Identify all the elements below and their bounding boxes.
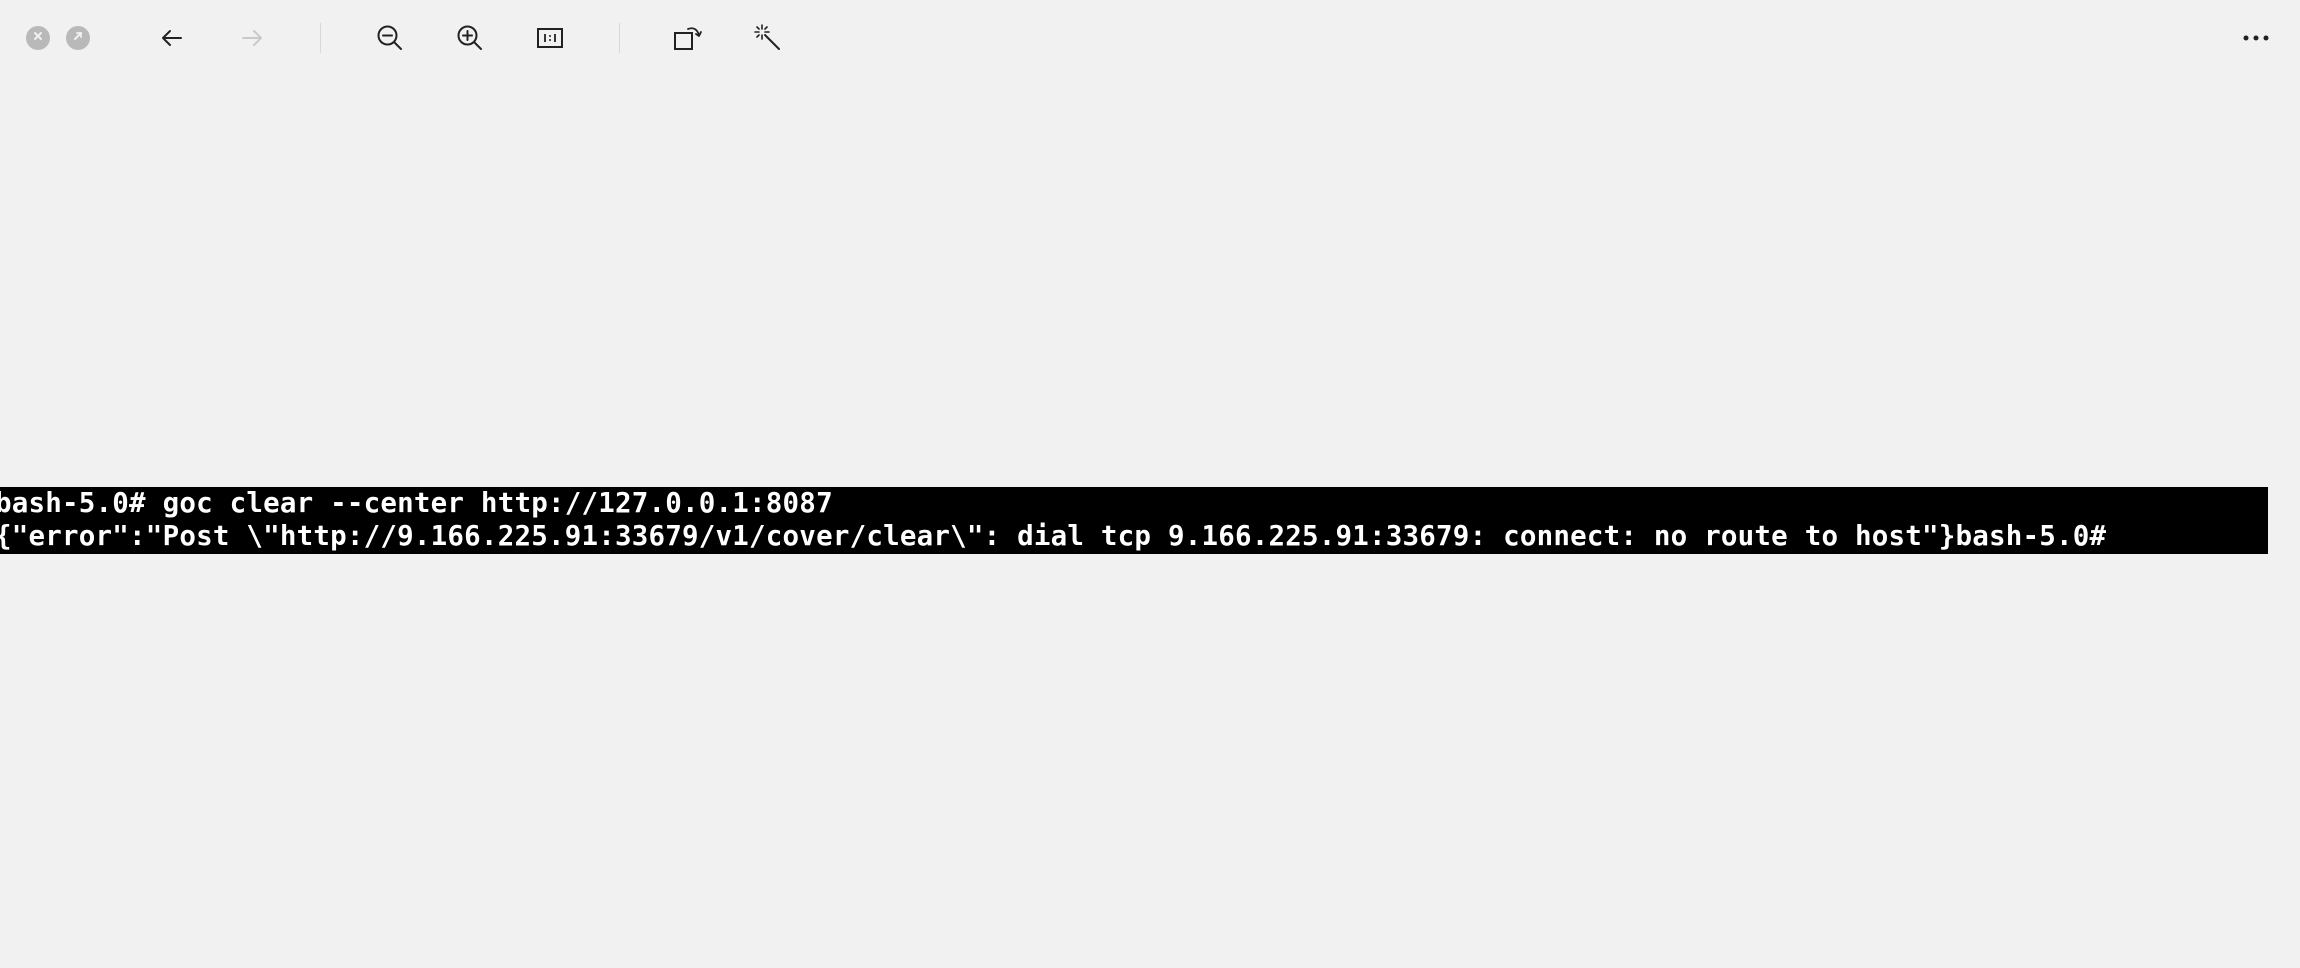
magic-wand-icon	[753, 23, 783, 53]
terminal-line: {"error":"Post \"http://9.166.225.91:336…	[0, 520, 2107, 552]
actual-size-icon	[536, 26, 564, 50]
arrow-left-icon	[159, 25, 185, 51]
zoom-in-icon	[455, 23, 485, 53]
more-button[interactable]	[2236, 18, 2276, 58]
zoom-out-icon	[375, 23, 405, 53]
toolbar-separator	[320, 23, 321, 53]
toolbar-separator	[619, 23, 620, 53]
toolbar	[0, 0, 2300, 76]
close-button[interactable]	[26, 26, 50, 50]
enhance-button[interactable]	[748, 18, 788, 58]
restore-button[interactable]	[66, 26, 90, 50]
rotate-icon	[672, 23, 704, 53]
displayed-image: bash-5.0# goc clear --center http://127.…	[0, 487, 2268, 554]
image-viewer-window: bash-5.0# goc clear --center http://127.…	[0, 0, 2300, 968]
zoom-out-button[interactable]	[370, 18, 410, 58]
back-button[interactable]	[152, 18, 192, 58]
rotate-button[interactable]	[668, 18, 708, 58]
terminal-line: bash-5.0# goc clear --center http://127.…	[0, 487, 833, 519]
forward-button[interactable]	[232, 18, 272, 58]
arrow-right-icon	[239, 25, 265, 51]
actual-size-button[interactable]	[530, 18, 570, 58]
zoom-in-button[interactable]	[450, 18, 490, 58]
more-horizontal-icon	[2242, 34, 2270, 42]
close-icon	[32, 29, 44, 47]
restore-icon	[72, 29, 84, 47]
